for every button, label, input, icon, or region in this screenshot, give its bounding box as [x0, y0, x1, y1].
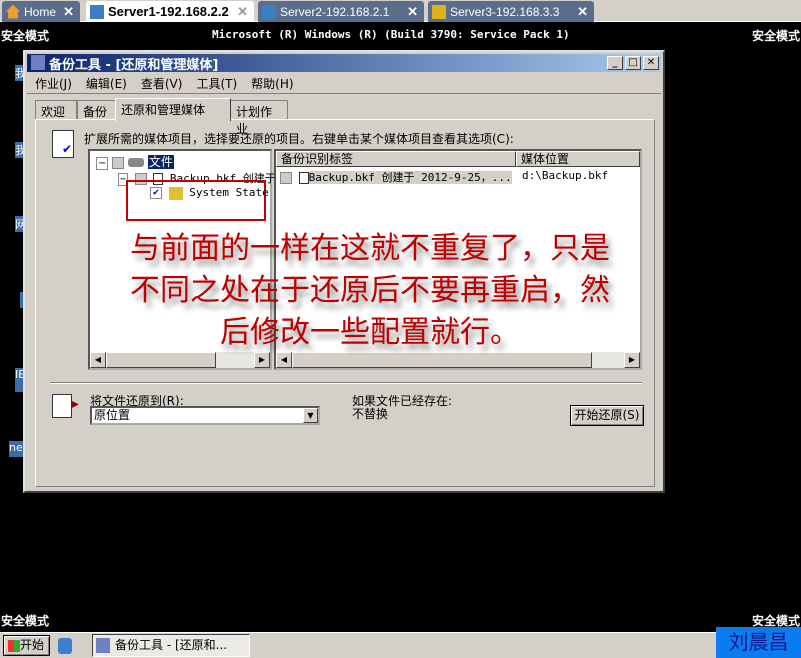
instruction-text: 扩展所需的媒体项目，选择要还原的项目。右键单击某个媒体项目查看其选项(C):	[84, 132, 514, 146]
restore-to-select[interactable]: 原位置 ▼	[90, 406, 320, 425]
safe-mode-label: 安全模式	[751, 29, 800, 43]
horizontal-scrollbar[interactable]: ◀ ▶	[90, 352, 270, 368]
menu-help[interactable]: 帮助(H)	[251, 75, 293, 92]
list-row[interactable]: Backup.bkf 创建于 2012-9-25，...	[280, 169, 512, 185]
windows-banner: Microsoft (R) Windows (R) (Build 3790: S…	[212, 28, 570, 41]
tab-restore[interactable]: 还原和管理媒体	[115, 98, 231, 121]
menu-bar: 作业(J) 编辑(E) 查看(V) 工具(T) 帮助(H)	[27, 74, 661, 94]
server-icon	[262, 4, 276, 19]
minimize-button[interactable]: _	[607, 56, 623, 70]
close-icon[interactable]: ✕	[577, 4, 588, 20]
remote-tab-server3[interactable]: Server3-192.168.3.3 ✕	[428, 1, 594, 22]
remote-tab-server1[interactable]: Server1-192.168.2.2 ✕	[86, 1, 254, 22]
remote-tab-home[interactable]: Home ✕	[2, 1, 80, 22]
divider	[50, 382, 642, 384]
desktop-icon[interactable]: ne	[9, 441, 23, 457]
start-button[interactable]: 开始	[3, 635, 50, 656]
menu-view[interactable]: 查看(V)	[141, 75, 183, 92]
maximize-button[interactable]: □	[625, 56, 641, 70]
close-button[interactable]: ✕	[643, 56, 659, 70]
checkbox-checked[interactable]: ✔	[150, 187, 162, 199]
close-icon[interactable]: ✕	[407, 4, 418, 20]
menu-job[interactable]: 作业(J)	[35, 75, 72, 92]
safe-mode-label: 安全模式	[1, 614, 50, 628]
system-state-icon	[168, 186, 183, 200]
restore-location-icon: ▶	[52, 394, 79, 418]
tree-node-files[interactable]: − 文件	[96, 153, 174, 170]
tree-node-system-state[interactable]: ✔ System State	[150, 186, 269, 200]
remote-tab-bar: Home ✕ Server1-192.168.2.2 ✕ Server2-192.1…	[0, 0, 801, 22]
column-header-location[interactable]: 媒体位置	[516, 151, 640, 167]
start-restore-button[interactable]: 开始还原(S)	[570, 405, 644, 426]
column-header-label[interactable]: 备份识别标签	[276, 151, 516, 167]
remote-tab-server2[interactable]: Server2-192.168.2.1 ✕	[258, 1, 424, 22]
watermark: 刘晨昌	[716, 627, 801, 658]
list-cell-location: d:\Backup.bkf	[522, 169, 609, 182]
taskbar: 开始 备份工具 - [还原和...	[0, 632, 801, 658]
if-exists-value: 不替换	[352, 407, 389, 421]
tab-welcome[interactable]: 欢迎	[35, 100, 77, 120]
tab-schedule[interactable]: 计划作业	[230, 100, 288, 136]
safe-mode-label: 安全模式	[1, 29, 50, 43]
server-icon	[90, 4, 104, 19]
server-warning-icon	[432, 4, 446, 19]
horizontal-scrollbar[interactable]: ◀ ▶	[276, 352, 640, 368]
menu-edit[interactable]: 编辑(E)	[86, 75, 127, 92]
backup-app-icon	[31, 55, 45, 70]
menu-tools[interactable]: 工具(T)	[196, 75, 237, 92]
tab-backup[interactable]: 备份	[77, 100, 119, 120]
restore-checklist-icon: ✔	[52, 130, 74, 158]
close-icon[interactable]: ✕	[237, 4, 248, 20]
windows-logo-icon	[8, 639, 20, 652]
backup-app-icon	[96, 638, 110, 653]
home-icon	[6, 4, 20, 19]
taskbar-item-backup[interactable]: 备份工具 - [还原和...	[92, 634, 250, 657]
tape-icon	[128, 158, 145, 167]
annotation-text: 与前面的一样在这就不重复了，只是 不同之处在于还原后不要再重启，然 后修改一些配…	[130, 231, 610, 350]
media-icon	[298, 172, 309, 184]
ie-icon[interactable]	[58, 638, 72, 654]
close-icon[interactable]: ✕	[63, 4, 74, 20]
title-bar[interactable]: 备份工具 - [还原和管理媒体] _ □ ✕	[27, 54, 661, 73]
chevron-down-icon[interactable]: ▼	[303, 408, 318, 423]
